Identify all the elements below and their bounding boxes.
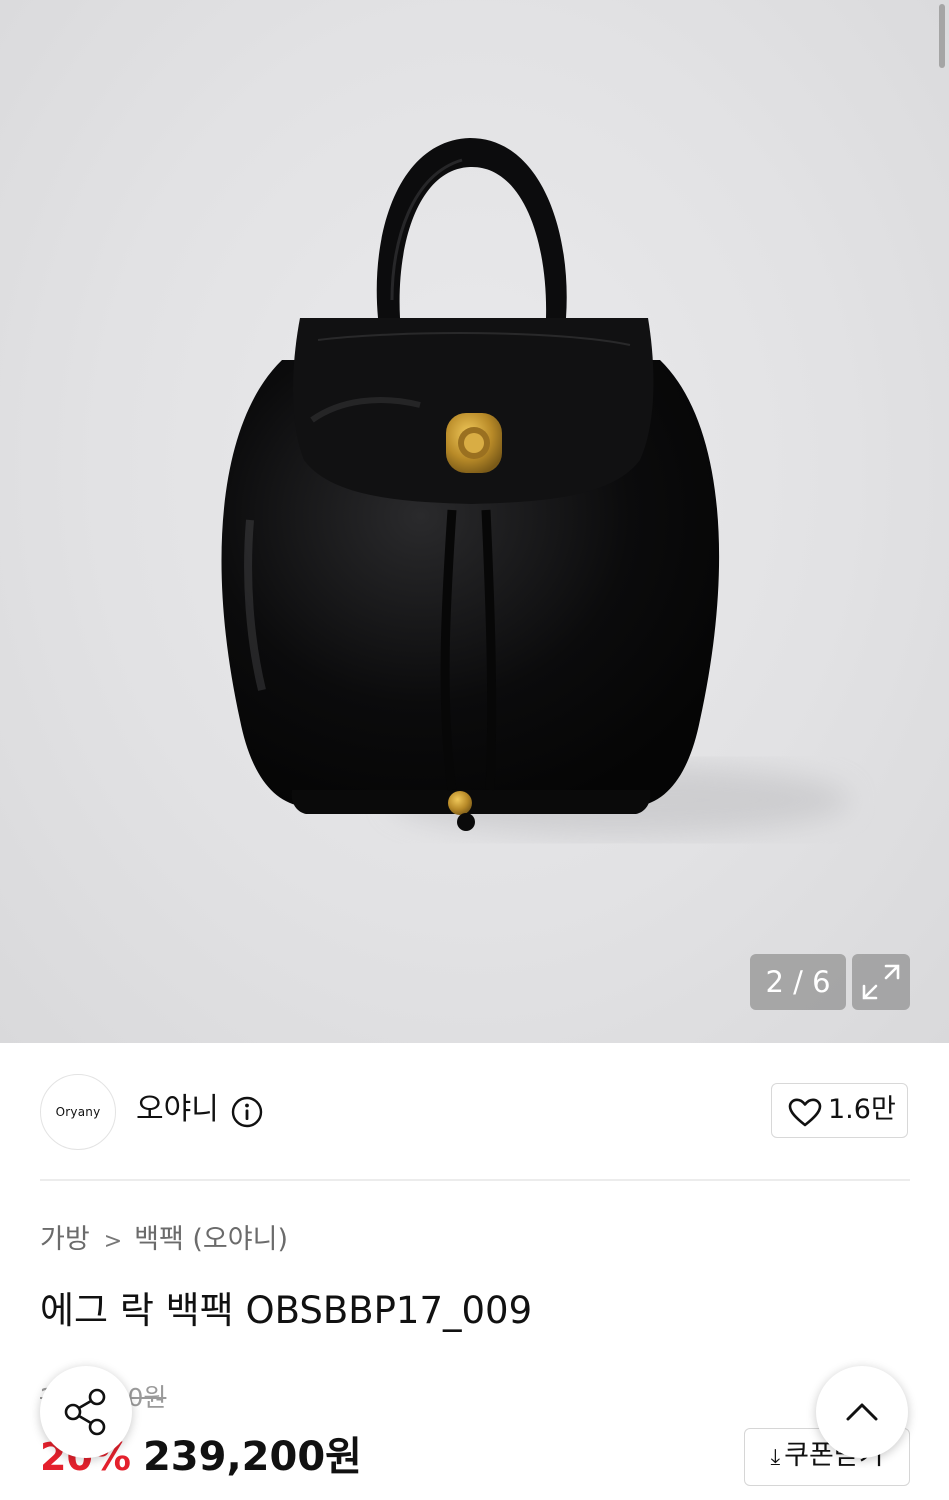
brand-logo-text: Oryany — [55, 1105, 101, 1119]
sale-price: 239,200원 — [142, 1434, 362, 1480]
breadcrumb-category[interactable]: 가방 — [40, 1224, 90, 1255]
scrollbar[interactable] — [939, 4, 945, 68]
download-icon: ⤓ — [770, 1445, 781, 1470]
scroll-to-top-button[interactable] — [816, 1366, 908, 1458]
product-image-gallery[interactable]: 2 / 6 — [0, 0, 949, 1043]
heart-icon — [788, 1098, 822, 1127]
like-button[interactable]: 1.6만 — [771, 1083, 908, 1138]
brand-row: Oryany 오야니 1.6만 — [0, 1043, 949, 1181]
chevron-right-icon: > — [103, 1229, 123, 1254]
brand-logo[interactable]: Oryany — [40, 1074, 116, 1150]
breadcrumb-subcategory[interactable]: 백팩 (오야니) — [134, 1224, 288, 1255]
product-title: 에그 락 백팩 OBSBBP17_009 — [40, 1289, 533, 1332]
brand-name[interactable]: 오야니 — [136, 1089, 219, 1131]
share-icon — [64, 1388, 106, 1436]
share-button[interactable] — [40, 1366, 132, 1458]
image-counter: 2 / 6 — [750, 954, 846, 1010]
info-icon[interactable] — [231, 1096, 263, 1128]
like-count: 1.6만 — [828, 1094, 896, 1125]
product-image — [221, 138, 850, 836]
expand-button[interactable] — [852, 954, 910, 1010]
divider — [40, 1179, 910, 1181]
breadcrumb: 가방 > 백팩 (오야니) — [40, 1221, 288, 1261]
chevron-up-icon — [846, 1403, 878, 1421]
expand-icon — [862, 964, 900, 1000]
